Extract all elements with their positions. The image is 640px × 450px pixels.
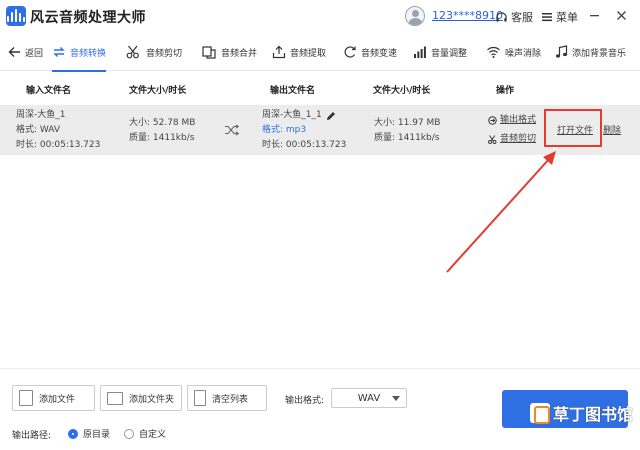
radio-unchecked-icon (124, 428, 134, 439)
add-folder-button[interactable]: 添加文件夹 (100, 385, 182, 411)
output-format-value: WAV (357, 392, 381, 404)
radio-original-label: 原目录 (83, 430, 111, 440)
annotation-arrow (446, 151, 556, 273)
radio-original-dir[interactable]: 原目录 (68, 427, 110, 440)
add-file-button[interactable]: 添加文件 (12, 385, 95, 411)
radio-checked-icon (68, 428, 78, 439)
output-path-label: 输出路径: (12, 431, 52, 441)
output-format-label: 输出格式: (285, 396, 325, 406)
radio-custom-dir[interactable]: 自定义 (124, 427, 166, 440)
add-file-label: 添加文件 (39, 394, 76, 405)
chevron-down-icon (392, 396, 400, 401)
add-folder-icon (107, 391, 123, 405)
watermark-logo-icon (530, 403, 550, 424)
clear-list-label: 清空列表 (212, 394, 249, 405)
add-folder-label: 添加文件夹 (129, 394, 175, 405)
add-file-icon (19, 390, 33, 406)
trash-icon (194, 390, 206, 406)
bottom-divider (0, 368, 640, 369)
output-format-select[interactable]: WAV (331, 388, 407, 408)
watermark-text: 草丁图书馆 (553, 405, 634, 424)
watermark: 草丁图书馆 (530, 401, 633, 425)
clear-list-button[interactable]: 清空列表 (187, 385, 267, 411)
radio-custom-label: 自定义 (139, 430, 167, 440)
